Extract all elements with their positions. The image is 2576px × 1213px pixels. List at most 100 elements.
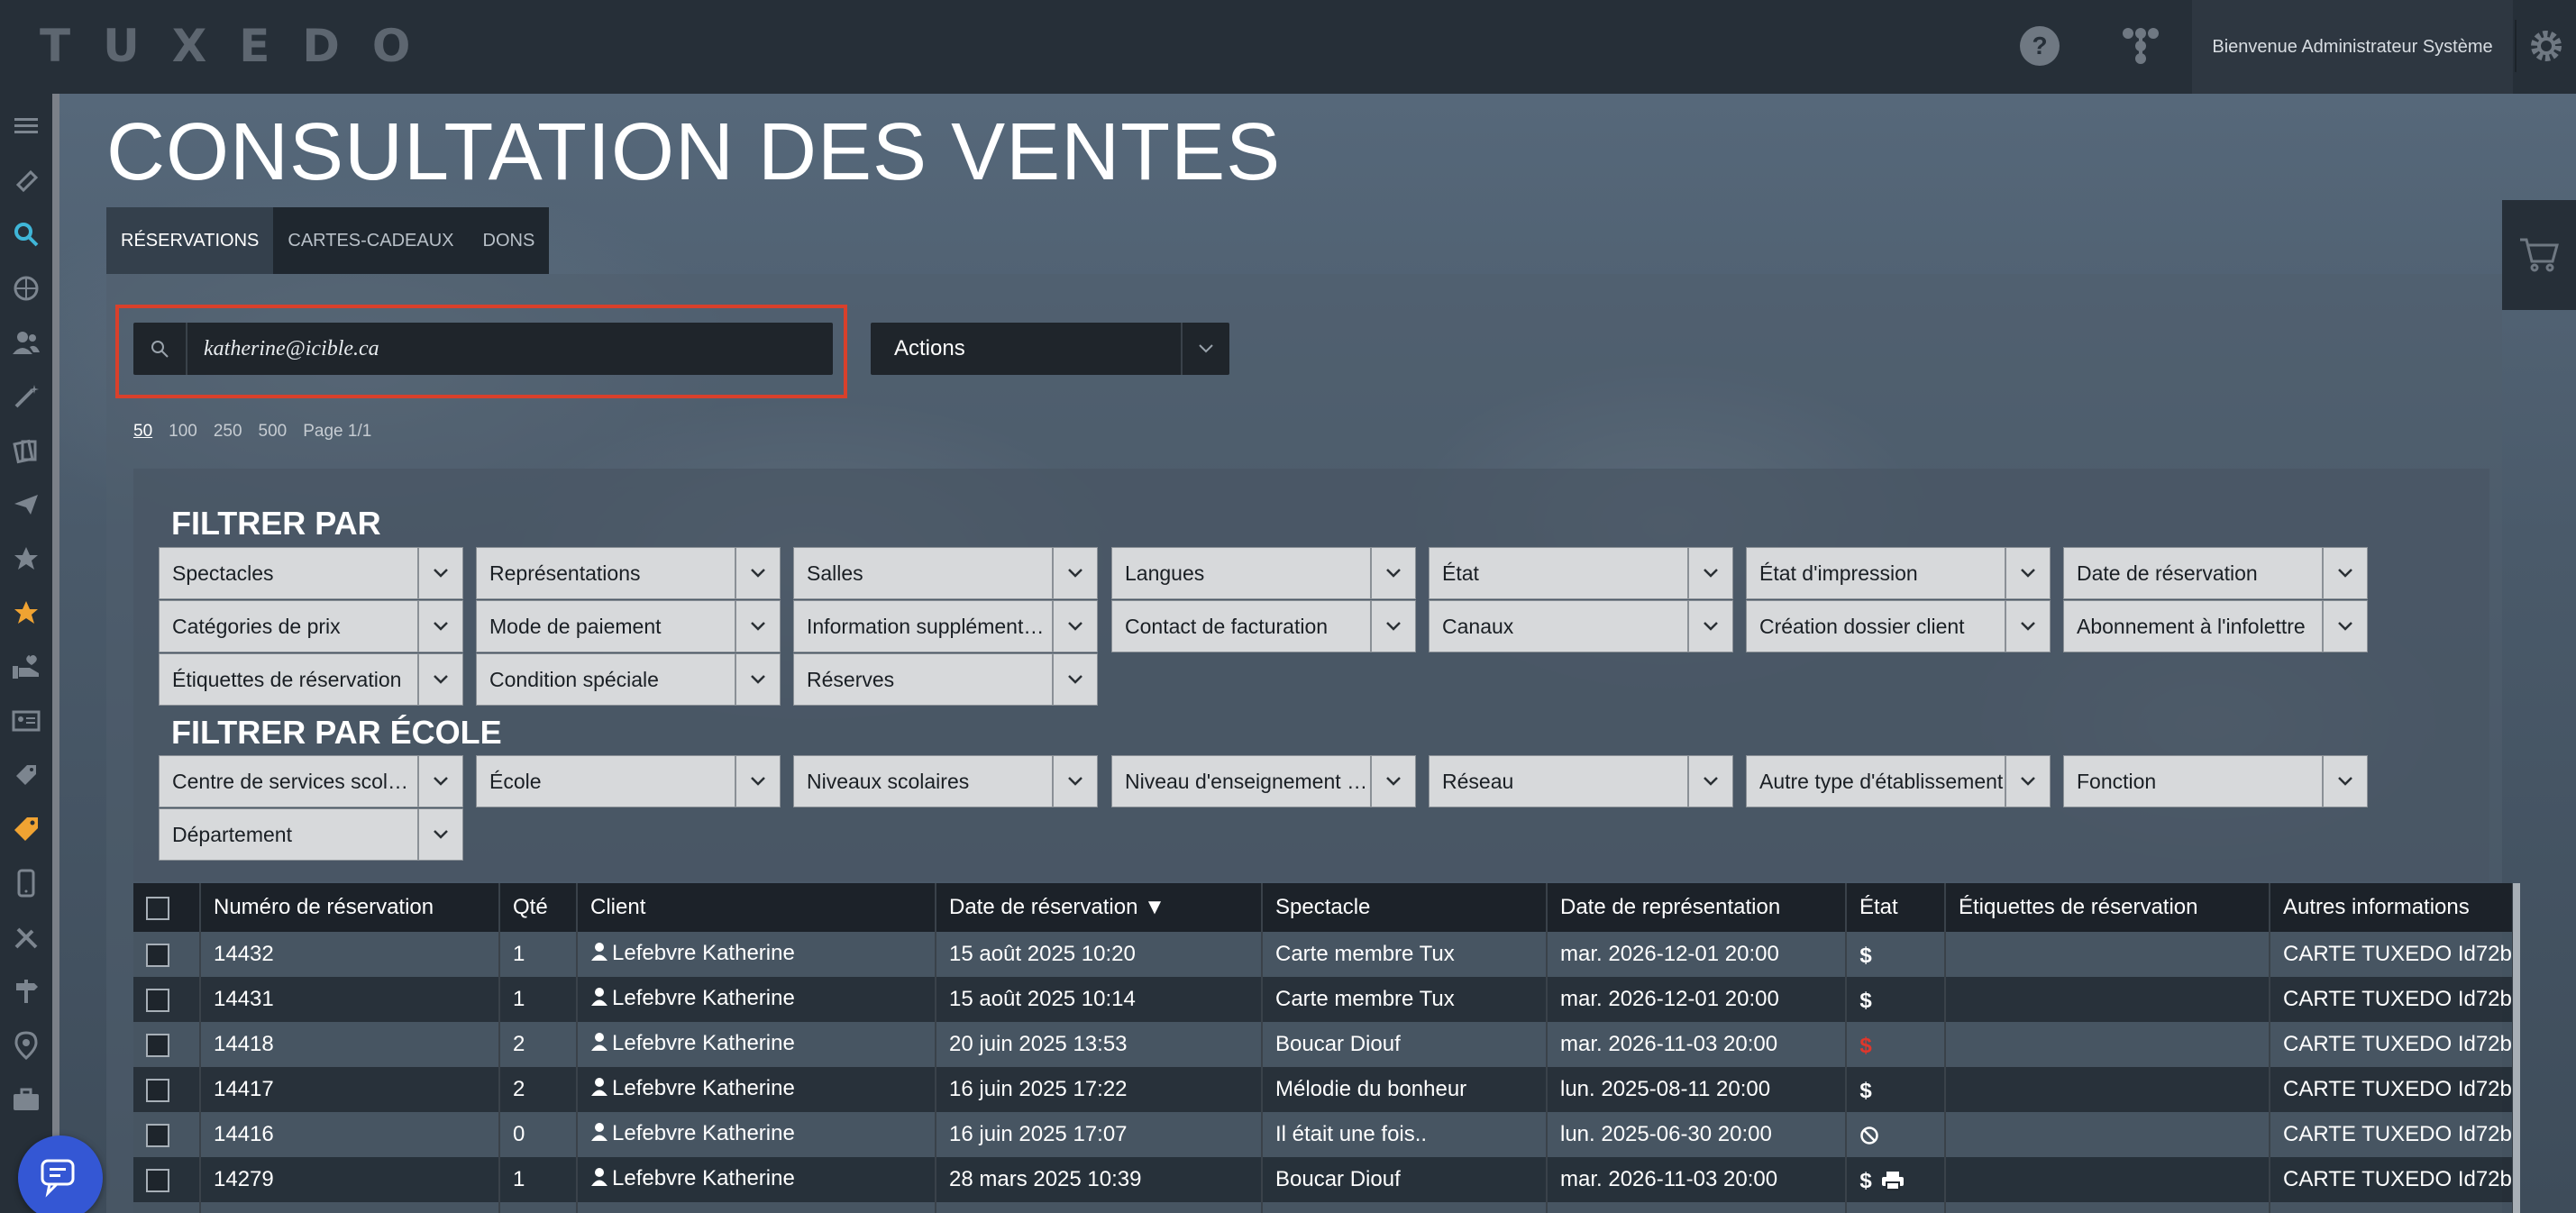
client-cell[interactable]: Lefebvre Katherine: [577, 977, 936, 1022]
tab-reservations[interactable]: RÉSERVATIONS: [106, 207, 274, 274]
table-row[interactable]: 14418 2 Lefebvre Katherine 20 juin 2025 …: [133, 1022, 2514, 1067]
client-cell[interactable]: Lefebvre Katherine: [577, 1067, 936, 1112]
chevron-down-icon[interactable]: [1687, 600, 1732, 652]
chevron-down-icon[interactable]: [417, 755, 462, 807]
client-name[interactable]: Lefebvre Katherine: [612, 1121, 795, 1145]
mobile-phone-icon[interactable]: [8, 865, 44, 901]
filter-salles[interactable]: Salles: [793, 547, 1098, 599]
signpost-icon[interactable]: [8, 973, 44, 1009]
select-all-checkbox[interactable]: [146, 896, 169, 920]
row-checkbox[interactable]: [146, 1078, 169, 1102]
price-tag-icon[interactable]: [8, 811, 44, 847]
page-size-250[interactable]: 250: [214, 422, 242, 442]
table-row[interactable]: 14432 1 Lefebvre Katherine 15 août 2025 …: [133, 932, 2514, 977]
documents-icon[interactable]: [8, 433, 44, 469]
column-header-numero[interactable]: Numéro de réservation: [200, 883, 500, 932]
chevron-down-icon[interactable]: [1370, 547, 1415, 599]
chevron-down-icon[interactable]: [735, 653, 780, 706]
filter-mode-paiement[interactable]: Mode de paiement: [476, 600, 781, 652]
chevron-down-icon[interactable]: [2322, 755, 2367, 807]
column-header-qte[interactable]: Qté: [499, 883, 578, 932]
reservation-number[interactable]: 14416: [200, 1112, 500, 1157]
column-header-date-representation[interactable]: Date de représentation: [1547, 883, 1847, 932]
chevron-down-icon[interactable]: [2005, 547, 2050, 599]
table-row[interactable]: 14431 1 Lefebvre Katherine 15 août 2025 …: [133, 977, 2514, 1022]
compass-icon[interactable]: [8, 270, 44, 306]
chevron-down-icon[interactable]: [2322, 547, 2367, 599]
star-icon[interactable]: [8, 595, 44, 631]
reservation-number[interactable]: 14432: [200, 932, 500, 977]
row-checkbox[interactable]: [146, 1168, 169, 1192]
page-size-50[interactable]: 50: [133, 422, 152, 442]
filter-etat[interactable]: État: [1429, 547, 1733, 599]
tags-icon[interactable]: [8, 757, 44, 793]
filter-etiquettes-reservation[interactable]: Étiquettes de réservation: [159, 653, 463, 706]
filter-fonction[interactable]: Fonction: [2063, 755, 2368, 807]
chevron-down-icon[interactable]: [1370, 755, 1415, 807]
chevron-down-icon[interactable]: [417, 653, 462, 706]
client-cell[interactable]: Lefebvre Katherine: [577, 1022, 936, 1067]
chevron-down-icon[interactable]: [735, 547, 780, 599]
reservation-number[interactable]: 14431: [200, 977, 500, 1022]
chevron-down-icon[interactable]: [1052, 653, 1097, 706]
tools-icon[interactable]: [8, 919, 44, 955]
filter-creation-dossier-client[interactable]: Création dossier client: [1746, 600, 2051, 652]
chevron-down-icon[interactable]: [2005, 600, 2050, 652]
client-cell[interactable]: Lefebvre Katherine: [577, 932, 936, 977]
chevron-down-icon[interactable]: [735, 600, 780, 652]
filter-langues[interactable]: Langues: [1111, 547, 1416, 599]
magic-wand-icon[interactable]: [8, 378, 44, 415]
chevron-down-icon[interactable]: [1687, 755, 1732, 807]
client-name[interactable]: Lefebvre Katherine: [612, 1166, 795, 1190]
filter-niveaux-scolaires[interactable]: Niveaux scolaires: [793, 755, 1098, 807]
search-icon[interactable]: [8, 216, 44, 252]
chevron-down-icon[interactable]: [1052, 600, 1097, 652]
client-cell[interactable]: Lefebvre Katherine: [577, 1157, 936, 1202]
filter-condition-speciale[interactable]: Condition spéciale: [476, 653, 781, 706]
filter-information-supplementaire[interactable]: Information supplémentaire: [793, 600, 1098, 652]
table-row[interactable]: 14279 1 Lefebvre Katherine 28 mars 2025 …: [133, 1157, 2514, 1202]
filter-contact-facturation[interactable]: Contact de facturation: [1111, 600, 1416, 652]
row-checkbox-cell[interactable]: [133, 1022, 201, 1067]
chevron-down-icon[interactable]: [417, 808, 462, 861]
id-card-icon[interactable]: [8, 703, 44, 739]
column-header-date-reservation[interactable]: Date de réservation ▼: [936, 883, 1263, 932]
page-size-100[interactable]: 100: [169, 422, 197, 442]
client-cell[interactable]: Lefebvre Katherine: [577, 1112, 936, 1157]
chevron-down-icon[interactable]: [2005, 755, 2050, 807]
chevron-down-icon[interactable]: [1052, 547, 1097, 599]
row-checkbox-cell[interactable]: [133, 977, 201, 1022]
chevron-down-icon[interactable]: [1687, 547, 1732, 599]
row-checkbox-cell[interactable]: [133, 1112, 201, 1157]
filter-centre-services-scolaires[interactable]: Centre de services scolaires: [159, 755, 463, 807]
row-checkbox[interactable]: [146, 1033, 169, 1057]
welcome-message[interactable]: Bienvenue Administrateur Système: [2192, 0, 2513, 94]
row-checkbox[interactable]: [146, 1123, 169, 1147]
client-name[interactable]: Lefebvre Katherine: [612, 941, 795, 965]
row-checkbox[interactable]: [146, 943, 169, 967]
column-header-etiquettes[interactable]: Étiquettes de réservation: [1945, 883, 2270, 932]
table-scrollbar[interactable]: [2513, 883, 2520, 1213]
column-header-autres-informations[interactable]: Autres informations: [2270, 883, 2514, 932]
help-circle-icon[interactable]: ?: [2017, 23, 2062, 68]
filter-abonnement-infolettre[interactable]: Abonnement à l'infolettre: [2063, 600, 2368, 652]
app-logo[interactable]: TUXEDO: [40, 20, 443, 72]
row-checkbox-cell[interactable]: [133, 932, 201, 977]
search-icon[interactable]: [133, 323, 187, 375]
client-name[interactable]: Lefebvre Katherine: [612, 986, 795, 1010]
filter-spectacles[interactable]: Spectacles: [159, 547, 463, 599]
chevron-down-icon[interactable]: [417, 600, 462, 652]
reservation-number[interactable]: 14418: [200, 1022, 500, 1067]
map-pin-icon[interactable]: [8, 1027, 44, 1063]
filter-niveau-enseignement-secondaire[interactable]: Niveau d'enseignement secondaire: [1111, 755, 1416, 807]
reservation-number[interactable]: 14417: [200, 1067, 500, 1112]
chevron-down-icon[interactable]: [1181, 323, 1229, 375]
cart-icon[interactable]: [2502, 200, 2576, 310]
filter-canaux[interactable]: Canaux: [1429, 600, 1733, 652]
chevron-down-icon[interactable]: [2322, 600, 2367, 652]
page-size-500[interactable]: 500: [259, 422, 288, 442]
ticket-icon[interactable]: [8, 162, 44, 198]
table-row[interactable]: 14416 0 Lefebvre Katherine 16 juin 2025 …: [133, 1112, 2514, 1157]
search-input[interactable]: [187, 323, 833, 375]
column-header-etat[interactable]: État: [1846, 883, 1946, 932]
